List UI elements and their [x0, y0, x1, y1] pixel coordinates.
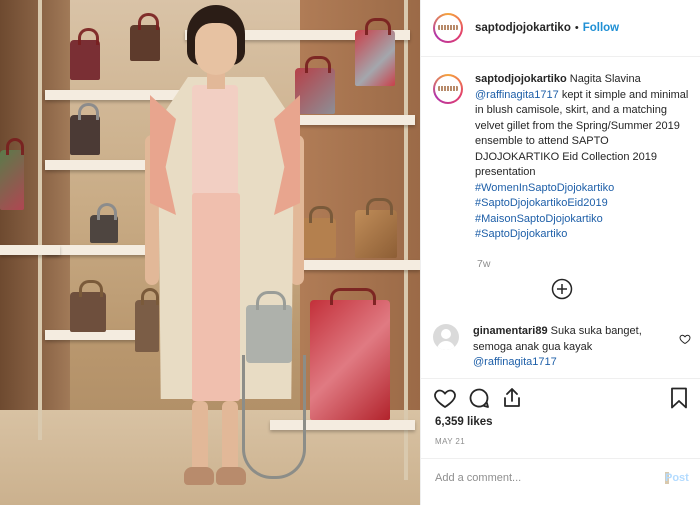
- comment-username[interactable]: ginamentari89: [473, 325, 548, 337]
- header-username[interactable]: saptodjojokartiko: [475, 22, 571, 34]
- shelf: [0, 245, 60, 255]
- comment-icon[interactable]: [467, 386, 491, 410]
- header-separator: •: [574, 22, 579, 34]
- hashtag-link[interactable]: #SaptoDjojokartiko: [475, 227, 689, 243]
- hashtag-link[interactable]: #SaptoDjojokartikoEid2019: [475, 196, 689, 212]
- model-camisole: [192, 85, 238, 195]
- post-photo[interactable]: [0, 0, 420, 505]
- divider: [421, 458, 700, 459]
- shelf: [45, 245, 155, 255]
- action-bar: [433, 386, 693, 412]
- handbag-display: [90, 203, 118, 243]
- comment-input[interactable]: Add a comment...: [435, 472, 655, 484]
- handbag-display: [70, 280, 106, 332]
- brand-logo-icon: [438, 86, 458, 91]
- caption-body: kept it simple and minimal in blush cami…: [475, 88, 689, 179]
- caption-mention[interactable]: @raffinagita1717: [475, 89, 559, 101]
- model-sandal: [184, 467, 214, 485]
- handbag-display: [355, 198, 397, 258]
- model-skirt: [192, 193, 240, 401]
- shelf-post: [404, 0, 408, 480]
- handbag-display: [70, 103, 100, 155]
- model-handbag: [246, 291, 292, 363]
- bookmark-icon[interactable]: [667, 386, 691, 410]
- caption-avatar[interactable]: [433, 74, 463, 104]
- model: [140, 5, 310, 505]
- caption-username[interactable]: saptodjojokartiko: [475, 73, 567, 85]
- comment-avatar[interactable]: [433, 324, 459, 350]
- small-heart-icon[interactable]: [679, 333, 691, 345]
- comment-text: ginamentari89 Suka suka banget, semoga a…: [473, 324, 663, 371]
- comment-item: ginamentari89 Suka suka banget, semoga a…: [433, 324, 693, 371]
- post-sidebar: saptodjojokartiko • Follow saptodjojokar…: [420, 0, 700, 505]
- handbag-strap: [242, 355, 306, 479]
- caption-age: 7w: [477, 258, 491, 270]
- handbag-display: [0, 138, 24, 210]
- like-count[interactable]: 6,359 likes: [435, 416, 493, 428]
- post-comment-button[interactable]: Post: [665, 472, 689, 484]
- caption-body: Nagita Slavina: [569, 73, 641, 85]
- follow-button[interactable]: Follow: [583, 22, 619, 34]
- shelf: [45, 160, 155, 170]
- comment-mention[interactable]: @raffinagita1717: [473, 356, 557, 368]
- add-circle-icon[interactable]: [551, 278, 573, 300]
- hashtag-link[interactable]: #WomenInSaptoDjojokartiko: [475, 181, 689, 197]
- share-icon[interactable]: [500, 386, 524, 410]
- handbag-display: [355, 18, 395, 86]
- model-face: [195, 23, 237, 75]
- model-leg: [192, 401, 208, 473]
- hashtag-link[interactable]: #MaisonSaptoDjojokartiko: [475, 212, 689, 228]
- caption: saptodjojokartiko Nagita Slavina @raffin…: [433, 72, 693, 243]
- shelf-post: [38, 0, 42, 440]
- model-sandal: [216, 467, 246, 485]
- brand-logo-icon: [438, 25, 458, 30]
- heart-icon[interactable]: [433, 386, 457, 410]
- divider: [421, 378, 700, 379]
- model-leg: [222, 401, 238, 473]
- handbag-display: [70, 28, 100, 80]
- post-header: saptodjojokartiko • Follow: [421, 0, 700, 57]
- handbag-display: [310, 288, 390, 420]
- post-date: MAY 21: [435, 437, 466, 446]
- shelf: [295, 115, 415, 125]
- caption-text: saptodjojokartiko Nagita Slavina @raffin…: [475, 72, 689, 243]
- profile-avatar[interactable]: [433, 13, 463, 43]
